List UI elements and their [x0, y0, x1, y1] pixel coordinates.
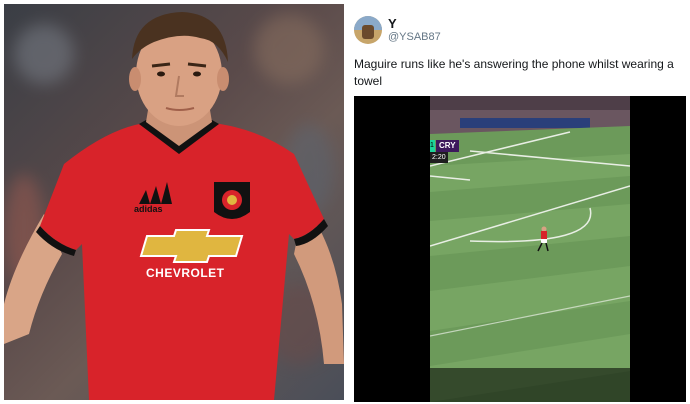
avatar[interactable]: [354, 16, 382, 44]
tweet-handle[interactable]: @YSAB87: [388, 31, 441, 43]
kit-brand-label: adidas: [134, 204, 163, 214]
scoreboard-home-score: 1: [430, 140, 435, 152]
scoreboard-clock: 2:20: [430, 152, 448, 163]
tweet-text: Maguire runs like he's answering the pho…: [354, 57, 674, 88]
tweet-video[interactable]: 1 CRY 2:20: [354, 96, 686, 402]
tweet-display-name[interactable]: Y: [388, 16, 397, 31]
player-figure: [4, 12, 344, 400]
tweet-card: Y @YSAB87 Maguire runs like he's answeri…: [350, 4, 686, 402]
scoreboard-team: CRY: [436, 140, 459, 152]
pitch-scene: [430, 96, 630, 402]
video-frame: 1 CRY 2:20: [430, 96, 630, 402]
jersey-sponsor-text: CHEVROLET: [146, 266, 225, 280]
player-photo: adidas CHEVROLET: [4, 4, 344, 400]
